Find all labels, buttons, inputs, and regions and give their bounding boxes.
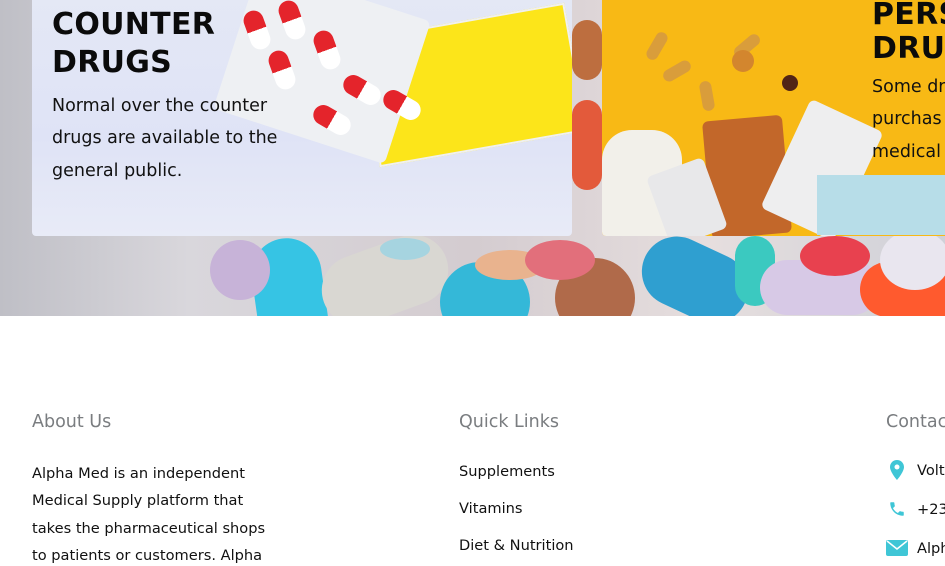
link-vitamins[interactable]: Vitamins [459,500,523,517]
card-text-line3: general public. [52,161,183,181]
about-line: to patients or customers. Alpha [32,546,263,564]
otc-drugs-card[interactable]: COUNTER DRUGS Normal over the counter dr… [32,0,572,236]
quick-links-heading: Quick Links [459,412,560,432]
about-line: Alpha Med is an independent [32,465,245,482]
about-line: takes the pharmaceutical shops [32,519,266,537]
contact-email[interactable]: Alph [886,537,945,559]
prescription-drugs-card[interactable]: PERS DRUG Some dr purchas medical [602,0,945,236]
link-diet-nutrition[interactable]: Diet & Nutrition [459,537,574,554]
card-text-line2: drugs are available to the [52,128,278,148]
card-title-line1: COUNTER [52,7,216,42]
hero-banner: COUNTER DRUGS Normal over the counter dr… [0,0,945,316]
envelope-icon [886,537,908,559]
card-title-line2: DRUGS [52,45,173,80]
contact-address[interactable]: Volt [886,459,945,481]
location-pin-icon [886,459,908,481]
link-supplements[interactable]: Supplements [459,463,555,480]
contact-phone-text: +23 [917,500,945,518]
card-title-line2: DRUG [872,31,945,66]
about-us-text: Alpha Med is an independent Medical Supp… [32,460,282,566]
card-text-line2: purchas [872,109,942,129]
contact-email-text: Alph [917,539,945,557]
phone-icon [886,498,908,520]
card-text-line3: medical [872,142,941,162]
contact-phone[interactable]: +23 [886,498,945,520]
about-line: Medical Supply platform that [32,492,244,510]
card-text-line1: Some dr [872,77,945,97]
contact-address-text: Volt [917,461,945,479]
card-text-line1: Normal over the counter [52,96,268,116]
about-us-heading: About Us [32,412,112,432]
card-title-line1: PERS [872,0,945,32]
contact-heading: Contac [886,412,945,432]
